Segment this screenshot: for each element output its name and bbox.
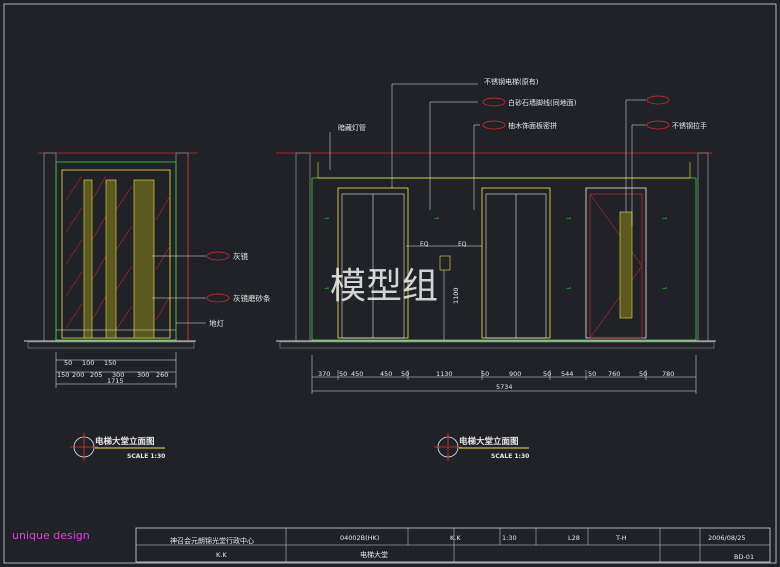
svg-text:⇀: ⇀: [324, 285, 329, 292]
brand-text: unique design: [12, 529, 90, 542]
label-mirror: 灰镜: [233, 251, 248, 261]
dim-right-7: 50: [481, 370, 489, 378]
dim-right-6: 1130: [436, 370, 453, 378]
left-wall-section: [43, 152, 57, 342]
callout-tag-stone-wall: [482, 97, 506, 107]
mirror-hatch: [65, 175, 171, 331]
label-stone-wall: 白砂石墙脚线(同地面): [508, 98, 577, 107]
label-door-frame: 不锈钢电梯(原有): [484, 77, 539, 86]
wall-section-right-b: [697, 152, 709, 342]
side-door-leaf: [589, 193, 643, 339]
rev-value: T-H: [615, 534, 627, 542]
dim-left-mid-1: 150: [57, 371, 69, 379]
door-pull-handle: [619, 211, 633, 319]
frosted-strip-1: [83, 179, 93, 339]
sheet-value: L28: [568, 534, 580, 542]
cad-drawing-canvas: 灰镜 灰镜磨砂条 地灯 50 100 150 150 200 205 300 3…: [3, 3, 777, 564]
svg-text:⇀: ⇀: [662, 215, 667, 222]
dim-right-11: 50: [588, 370, 596, 378]
callout-tag-mirror: [206, 251, 230, 261]
designer: K.K: [450, 534, 461, 542]
dim-right-total: 5734: [496, 383, 513, 391]
eq-label-2: EQ: [458, 241, 467, 248]
dim-right-1: 370: [318, 370, 330, 378]
dim-right-10: 544: [561, 370, 573, 378]
project-name: 神召会元朗锦光堂行政中心: [170, 536, 254, 545]
scale-value: 1:30: [502, 534, 517, 542]
call-button-panel: [439, 255, 451, 271]
callout-tag-mirror-strip: [206, 293, 230, 303]
label-mirror-strip: 灰镜磨砂条: [233, 293, 271, 303]
callout-tag-wood-panel: [482, 120, 506, 130]
callout-tag-handle-top: [646, 95, 670, 105]
dim-left-mid-2: 200: [72, 371, 84, 379]
side-door-frame: [585, 187, 647, 339]
dim-right-3: 450: [351, 370, 363, 378]
dim-left-mid-5: 300: [137, 371, 149, 379]
dim-right-8: 900: [509, 370, 521, 378]
title-block: unique design 神召会元朗锦光堂行政中心 K.K 04002B(HK…: [12, 527, 771, 563]
eq-label-1: EQ: [420, 241, 429, 248]
left-elevation: 灰镜 灰镜磨砂条 地灯 50 100 150 150 200 205 300 3…: [24, 152, 271, 461]
lobby-wall-outline: [311, 177, 697, 341]
dim-left-total: 1715: [107, 377, 124, 385]
view-scale-right: SCALE 1:30: [491, 453, 529, 460]
view-scale-left: SCALE 1:30: [127, 453, 165, 460]
dim-left-top-3: 150: [104, 359, 116, 367]
view-title-right: 电梯大堂立面图: [459, 436, 519, 447]
svg-text:⇀: ⇀: [566, 285, 571, 292]
svg-text:⇀: ⇀: [324, 215, 329, 222]
date-value: 2006/08/25: [708, 534, 745, 542]
dim-left-mid-3: 205: [90, 371, 102, 379]
dim-left-top-1: 50: [64, 359, 72, 367]
drawing-name: 电梯大堂: [360, 550, 388, 559]
dim-right-12: 760: [608, 370, 620, 378]
dim-right-4: 450: [380, 370, 392, 378]
svg-text:⇀: ⇀: [662, 285, 667, 292]
frosted-strip-2: [105, 179, 117, 339]
dim-right-5: 50: [401, 370, 409, 378]
height-dim: 1100: [452, 287, 460, 304]
callout-tag-handle: [646, 120, 670, 130]
drawing-no: BD-01: [734, 553, 754, 561]
svg-text:⇀: ⇀: [566, 215, 571, 222]
frosted-strip-3: [133, 179, 155, 339]
dim-right-14: 780: [662, 370, 674, 378]
floor-slab-left: [27, 341, 195, 349]
watermark: 模型组: [330, 266, 438, 307]
label-handle: 不锈钢拉手: [672, 121, 707, 130]
checker: K.K: [216, 551, 227, 559]
dim-left-mid-6: 260: [156, 371, 168, 379]
dim-right-13: 50: [639, 370, 647, 378]
label-wood-panel: 柚木饰面板密拼: [508, 121, 557, 130]
view-title-left: 电梯大堂立面图: [95, 436, 155, 447]
dim-right-2: 50: [339, 370, 347, 378]
dim-left-top-2: 100: [82, 359, 94, 367]
svg-text:⇀: ⇀: [434, 215, 439, 222]
project-no: 04002B(HK): [340, 534, 379, 542]
floor-slab-right: [279, 341, 715, 349]
wall-section-right-a: [295, 152, 311, 342]
dim-right-9: 50: [543, 370, 551, 378]
right-wall-section: [175, 152, 189, 342]
label-floor-light: 地灯: [209, 318, 224, 328]
label-light-trough: 暗藏灯管: [338, 123, 366, 132]
